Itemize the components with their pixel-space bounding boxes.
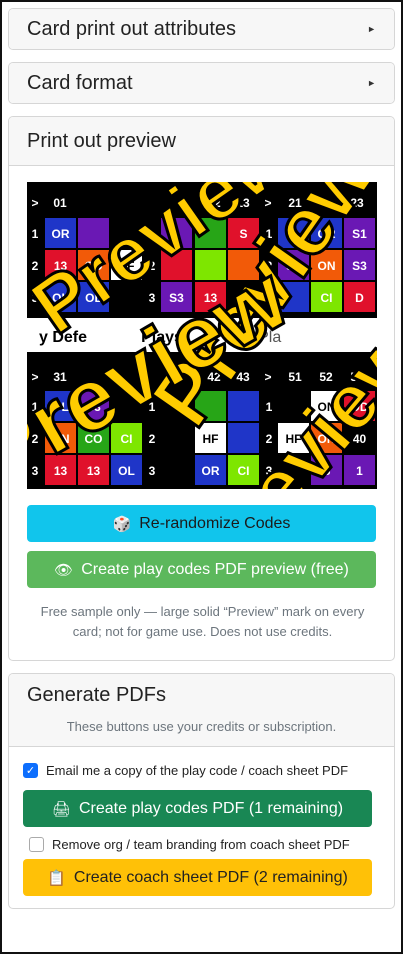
- pdf-preview-button[interactable]: 👁 Create play codes PDF preview (free): [27, 551, 376, 588]
- column-header: >: [264, 370, 271, 384]
- preview-panel: Print out preview >01 12 13 >21 22 23 OR S R OR S1…: [8, 116, 395, 661]
- remove-branding-option[interactable]: Remove org / team branding from coach sh…: [29, 837, 378, 852]
- row-number: 1: [266, 400, 273, 414]
- column-header: >: [31, 196, 38, 210]
- rerandomize-codes-button[interactable]: 🎲 Re-randomize Codes: [27, 505, 376, 542]
- settings-column: Card print out attributes ► Card format …: [8, 8, 395, 921]
- generate-panel: Generate PDFs These buttons use your cre…: [8, 673, 395, 909]
- rerandomize-codes-label: Re-randomize Codes: [139, 514, 291, 532]
- code-cell-text: CI: [321, 291, 333, 305]
- code-cell: [161, 423, 192, 453]
- pdf-preview-label: Create play codes PDF preview (free): [81, 560, 349, 578]
- column-header: 51: [288, 370, 302, 384]
- generate-subtitle: These buttons use your credits or subscr…: [66, 719, 337, 734]
- row-number: 1: [32, 227, 39, 241]
- create-play-codes-label: Create play codes PDF (1 remaining): [78, 799, 344, 817]
- code-cell-text: D: [355, 291, 364, 305]
- create-coach-sheet-label: Create coach sheet PDF (2 remaining): [73, 868, 348, 886]
- printer-icon: 🖨: [51, 800, 71, 818]
- row-number: 3: [149, 464, 156, 478]
- email-copy-label: Email me a copy of the play code / coach…: [46, 763, 349, 778]
- preview-note: Free sample only — large solid “Preview”…: [40, 604, 365, 639]
- column-header: 01: [53, 196, 67, 210]
- email-copy-checkbox[interactable]: ✓: [23, 763, 38, 778]
- remove-branding-checkbox[interactable]: [29, 837, 44, 852]
- code-cell: [161, 455, 192, 485]
- dice-icon: 🎲: [112, 515, 132, 533]
- code-cell-text: 1: [356, 464, 363, 478]
- preview-panel-header: Print out preview: [9, 117, 394, 166]
- format-panel-title: Card format: [27, 71, 133, 94]
- attributes-panel[interactable]: Card print out attributes ►: [8, 8, 395, 50]
- generate-title: Generate PDFs: [27, 684, 166, 706]
- code-cell-text: OR: [52, 227, 70, 241]
- format-panel-header[interactable]: Card format ►: [9, 63, 394, 103]
- preview-panel-title: Print out preview: [27, 129, 176, 152]
- email-copy-option[interactable]: ✓ Email me a copy of the play code / coa…: [23, 763, 378, 778]
- attributes-panel-header[interactable]: Card print out attributes ►: [9, 9, 394, 49]
- code-cell-text: OL: [118, 464, 135, 478]
- caret-right-icon: ►: [367, 24, 376, 34]
- clipboard-icon: 📋: [47, 869, 66, 887]
- attributes-panel-title: Card print out attributes: [27, 17, 236, 40]
- code-cell-text: OR: [202, 464, 220, 478]
- format-panel[interactable]: Card format ►: [8, 62, 395, 104]
- create-coach-sheet-button[interactable]: 📋 Create coach sheet PDF (2 remaining): [23, 859, 372, 896]
- create-play-codes-button[interactable]: 🖨 Create play codes PDF (1 remaining): [23, 790, 372, 827]
- caret-right-icon: ►: [367, 78, 376, 88]
- code-cell-text: S3: [352, 259, 367, 273]
- eye-icon: 👁: [54, 561, 74, 579]
- code-cell-text: 13: [87, 464, 101, 478]
- row-number: 2: [149, 432, 156, 446]
- row-number: 3: [149, 291, 156, 305]
- generate-panel-header: Generate PDFs These buttons use your cre…: [9, 674, 394, 747]
- preview-card-image: >01 12 13 >21 22 23 OR S R OR S1 1 1 1 13 OD HF S1 ON S3 2 2 2…: [27, 182, 377, 489]
- remove-branding-label: Remove org / team branding from coach sh…: [52, 837, 350, 852]
- preview-card-svg: >01 12 13 >21 22 23OR S R OR S11 1 113 OD HF S1 ON S32 2 2…: [27, 182, 377, 489]
